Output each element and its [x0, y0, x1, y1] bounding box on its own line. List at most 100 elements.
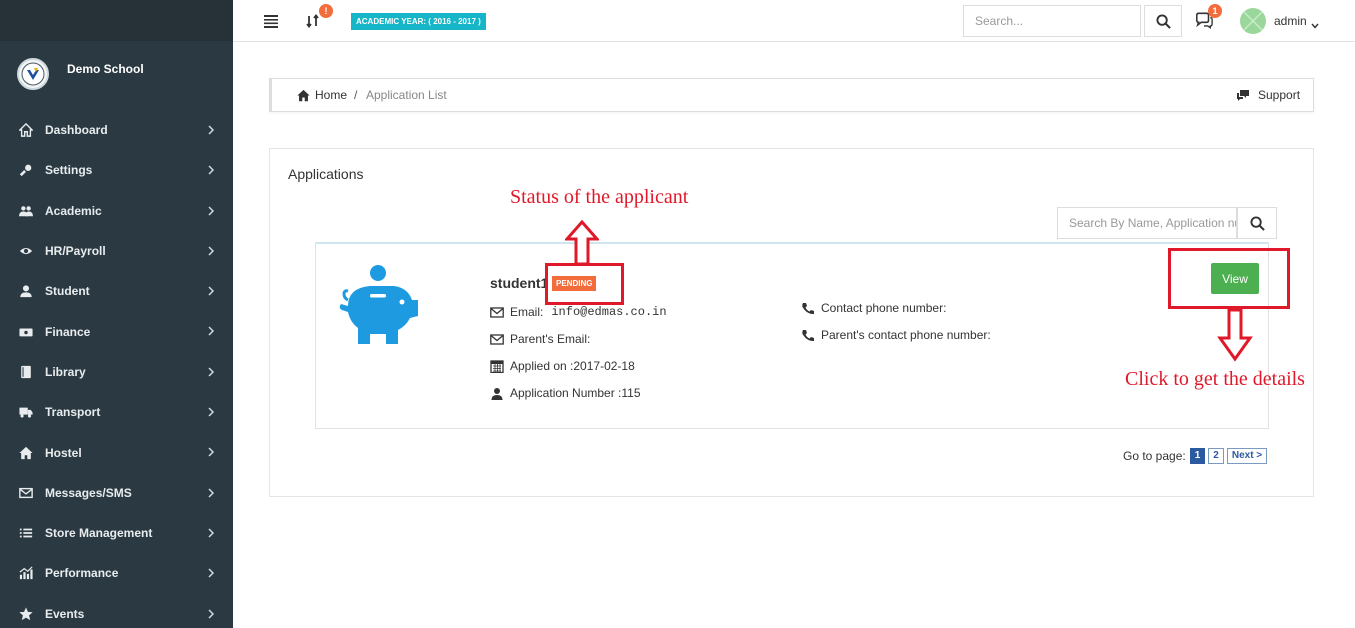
details-annotation-text: Click to get the details	[1125, 368, 1305, 390]
sidebar-item-messages-sms[interactable]: Messages/SMS	[0, 473, 233, 513]
search-icon	[1249, 215, 1265, 231]
panel-title: Applications	[288, 166, 364, 182]
sidebar-item-label: Settings	[45, 163, 93, 178]
sidebar-item-label: Finance	[45, 324, 91, 339]
sidebar-item-label: Hostel	[45, 445, 82, 460]
home-icon[interactable]	[297, 89, 310, 102]
academic-year-badge[interactable]: ACADEMIC YEAR: ( 2016 - 2017 )	[351, 13, 486, 30]
chart-icon	[18, 565, 34, 581]
piggy-bank-icon	[338, 264, 418, 346]
status-highlight-box	[545, 263, 624, 305]
sidebar-item-label: Store Management	[45, 526, 153, 541]
house-icon	[18, 445, 34, 461]
chevron-right-icon	[206, 205, 216, 216]
truck-icon	[18, 404, 34, 420]
sidebar-item-label: Academic	[45, 203, 102, 218]
up-arrow-annotation-icon	[565, 220, 599, 266]
parent-email-field: Parent's Email:	[490, 332, 590, 346]
parent-contact-phone-field: Parent's contact phone number:	[801, 328, 991, 342]
contact-phone-field: Contact phone number:	[801, 301, 946, 315]
support-link[interactable]: Support	[1258, 88, 1300, 102]
sidebar-item-transport[interactable]: Transport	[0, 392, 233, 432]
hamburger-menu-icon[interactable]	[263, 13, 279, 29]
top-bar: ! ACADEMIC YEAR: ( 2016 - 2017 ) 1 admin	[233, 0, 1355, 42]
pagination-label: Go to page:	[1123, 449, 1186, 463]
sidebar-item-settings[interactable]: Settings	[0, 150, 233, 190]
chevron-right-icon	[206, 366, 216, 377]
chevron-right-icon	[206, 325, 216, 337]
view-highlight-box	[1168, 248, 1290, 309]
sidebar-item-label: Performance	[45, 566, 119, 581]
next-page-link[interactable]: Next >	[1226, 448, 1268, 464]
page-link[interactable]: 2	[1208, 448, 1224, 464]
email-label: Email:	[510, 305, 544, 319]
users-icon	[18, 203, 34, 219]
sidebar-nav: Dashboard Settings Academic HR/Payroll S…	[0, 110, 233, 628]
email-field: Email: info@edmas.co.in	[490, 305, 667, 319]
avatar[interactable]	[1240, 8, 1266, 34]
chevron-right-icon	[206, 164, 216, 175]
parent-contact-phone-label: Parent's contact phone number:	[821, 328, 991, 342]
chevron-right-icon	[206, 608, 216, 619]
sidebar-item-academic[interactable]: Academic	[0, 191, 233, 231]
envelope-icon	[490, 333, 504, 346]
chevron-down-icon[interactable]	[1311, 18, 1319, 29]
home-icon	[18, 122, 34, 138]
application-search-button[interactable]	[1237, 207, 1277, 239]
chevron-right-icon	[206, 527, 216, 538]
user-name[interactable]: admin	[1274, 14, 1307, 28]
list-icon	[18, 525, 34, 541]
sync-notification-badge: !	[319, 4, 333, 18]
user-icon	[490, 387, 504, 400]
applications-panel: Applications student1 PENDING Email: inf…	[269, 148, 1314, 497]
star-icon	[18, 606, 34, 622]
sidebar: Demo School Dashboard Settings Academic …	[0, 0, 233, 628]
contact-phone-label: Contact phone number:	[821, 301, 947, 315]
school-brand[interactable]: Demo School	[17, 58, 144, 90]
user-icon	[18, 283, 34, 299]
sidebar-item-label: HR/Payroll	[45, 244, 106, 259]
chevron-right-icon	[206, 124, 216, 135]
breadcrumb-current: Application List	[366, 88, 447, 102]
applied-on-field: Applied on :2017-02-18	[490, 359, 635, 373]
sidebar-item-label: Library	[45, 364, 86, 379]
sidebar-item-student[interactable]: Student	[0, 271, 233, 311]
wrench-icon	[18, 162, 34, 178]
chevron-right-icon	[206, 567, 216, 578]
eye-icon	[18, 243, 34, 259]
sidebar-item-store-management[interactable]: Store Management	[0, 513, 233, 553]
sidebar-header	[0, 0, 233, 41]
sidebar-item-hr-payroll[interactable]: HR/Payroll	[0, 231, 233, 271]
application-card: student1 PENDING Email: info@edmas.co.in…	[315, 242, 1269, 429]
sidebar-item-finance[interactable]: Finance	[0, 311, 233, 351]
application-search-input[interactable]	[1057, 207, 1237, 239]
down-arrow-annotation-icon	[1217, 308, 1253, 362]
breadcrumb-home-link[interactable]: Home	[315, 88, 347, 102]
chevron-right-icon	[206, 487, 216, 498]
calendar-icon	[490, 359, 504, 373]
pagination: Go to page: 1 2 Next >	[1123, 448, 1268, 464]
application-number-field: Application Number :115	[490, 386, 641, 400]
search-input[interactable]	[963, 5, 1141, 37]
envelope-icon	[18, 485, 34, 501]
envelope-icon	[490, 306, 504, 319]
student-name: student1	[490, 275, 549, 291]
sidebar-item-events[interactable]: Events	[0, 594, 233, 628]
phone-icon	[801, 329, 815, 342]
breadcrumb-separator: /	[354, 88, 358, 102]
sidebar-item-library[interactable]: Library	[0, 352, 233, 392]
school-logo-icon	[17, 58, 49, 90]
sidebar-item-label: Dashboard	[45, 123, 108, 138]
status-annotation-text: Status of the applicant	[510, 186, 689, 208]
page-link[interactable]: 1	[1189, 448, 1206, 464]
sidebar-item-hostel[interactable]: Hostel	[0, 432, 233, 472]
support-icon[interactable]	[1236, 89, 1250, 102]
chevron-right-icon	[206, 406, 216, 417]
search-button[interactable]	[1144, 5, 1182, 37]
search-icon	[1155, 13, 1171, 29]
sidebar-item-performance[interactable]: Performance	[0, 553, 233, 593]
sidebar-item-dashboard[interactable]: Dashboard	[0, 110, 233, 150]
applied-on-text: Applied on :2017-02-18	[510, 359, 635, 373]
sync-icon[interactable]	[305, 12, 321, 30]
sidebar-item-label: Student	[45, 284, 90, 299]
